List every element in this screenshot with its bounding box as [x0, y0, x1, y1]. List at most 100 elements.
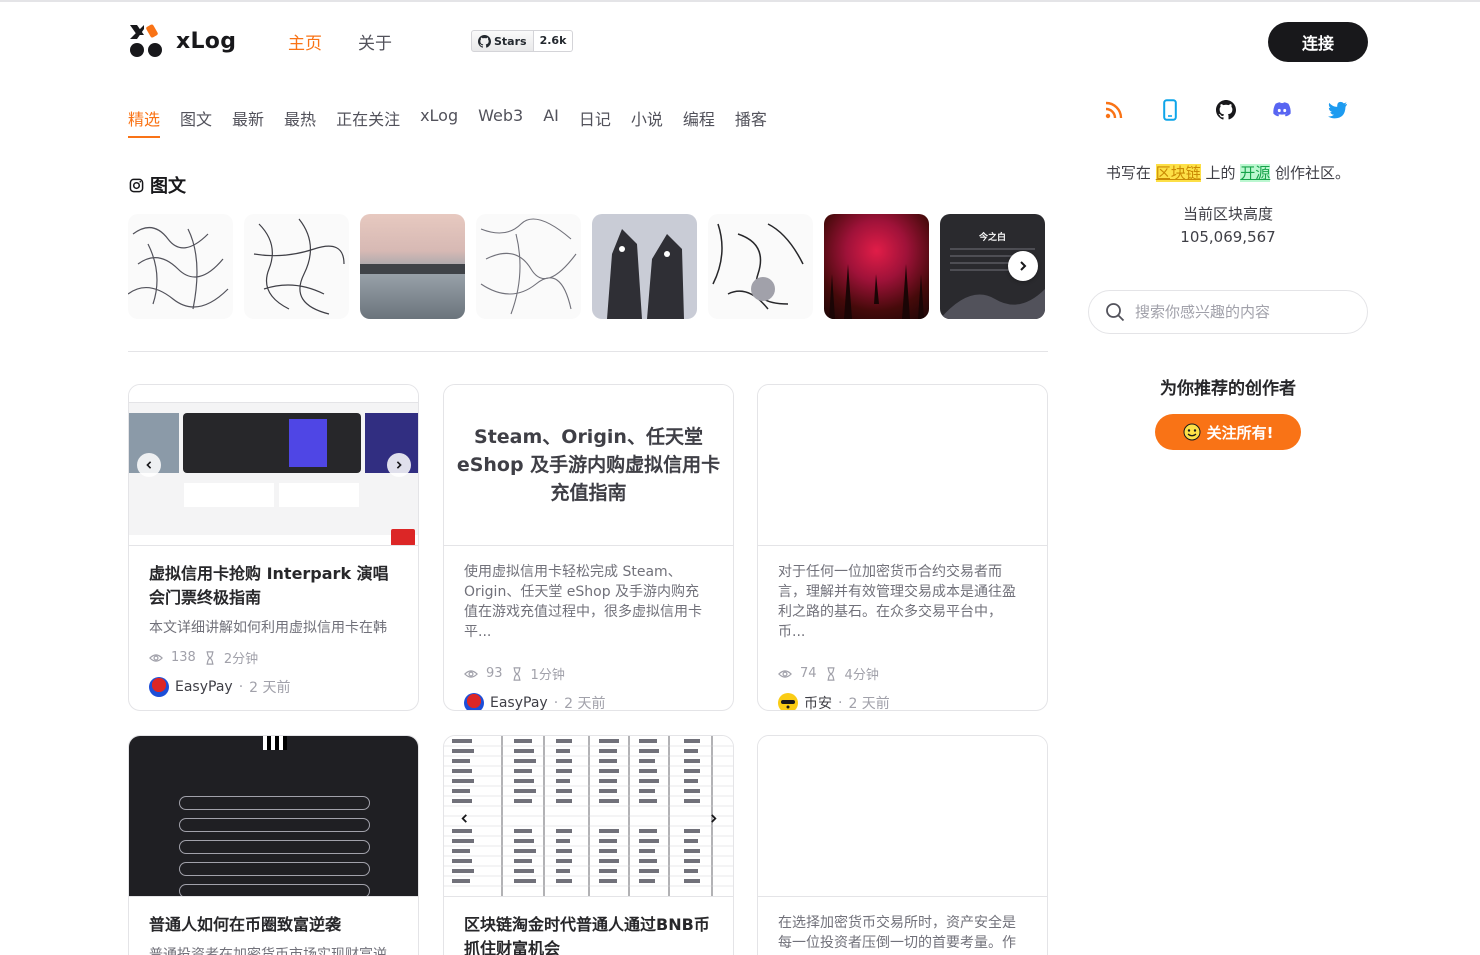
post-time-prefix: · — [238, 679, 244, 695]
tab-hottest[interactable]: 最热 — [284, 106, 316, 138]
post-author[interactable]: EasyPay · 2 天前 — [149, 677, 398, 697]
mobile-icon[interactable] — [1160, 98, 1180, 122]
image-carousel: 今之白 — [128, 214, 1048, 319]
hourglass-icon — [513, 666, 521, 681]
tab-novel[interactable]: 小说 — [631, 106, 663, 138]
tab-following[interactable]: 正在关注 — [336, 106, 400, 138]
cover-next-button[interactable] — [387, 453, 411, 477]
connect-button[interactable]: 连接 — [1268, 22, 1368, 62]
post-title: 区块链淘金时代普通人通过BNB币抓住财富机会 — [464, 915, 710, 955]
gallery-section-title: 图文 — [129, 172, 186, 198]
tagline-middle: 上的 — [1200, 164, 1241, 182]
post-meta: 93 1分钟 — [464, 664, 713, 683]
top-border — [0, 0, 1480, 2]
post-excerpt: 在选择加密货币交易所时，资产安全是每一位投资者压倒一切的首要考量。作 — [778, 915, 1016, 951]
logo[interactable]: xLog — [128, 23, 236, 59]
post-cover-image — [129, 385, 418, 546]
tab-programming[interactable]: 编程 — [683, 106, 715, 138]
tab-podcast[interactable]: 播客 — [735, 106, 767, 138]
post-card[interactable]: 虚拟信用卡抢购 Interpark 演唱会门票终极指南 本文详细讲解如何利用虚拟… — [128, 384, 419, 711]
post-author[interactable]: EasyPay · 2 天前 — [464, 693, 713, 711]
gallery-thumb[interactable] — [244, 214, 349, 319]
nav-home[interactable]: 主页 — [288, 29, 322, 54]
post-card[interactable]: 对于任何一位加密货币合约交易者而言，理解并有效管理交易成本是通往盈利之路的基石。… — [757, 384, 1048, 711]
post-card[interactable]: 在选择加密货币交易所时，资产安全是每一位投资者压倒一切的首要考量。作 — [757, 735, 1048, 955]
gallery-thumb[interactable] — [360, 214, 465, 319]
chevron-right-icon — [710, 813, 717, 823]
hourglass-icon — [206, 650, 214, 665]
recommended-creators-title: 为你推荐的创作者 — [1160, 379, 1296, 399]
post-excerpt: 对于任何一位加密货币合约交易者而言，理解并有效管理交易成本是通往盈利之路的基石。… — [778, 564, 1016, 640]
post-views: 93 — [486, 666, 503, 681]
gallery-thumb[interactable] — [592, 214, 697, 319]
nav-about[interactable]: 关于 — [358, 29, 392, 54]
rss-icon[interactable] — [1104, 98, 1124, 122]
post-excerpt: 普通投资者在加密货币市场实现财富逆 — [149, 947, 387, 955]
tagline-opensource-link[interactable]: 开源 — [1240, 164, 1271, 182]
gallery-thumb[interactable] — [708, 214, 813, 319]
tab-xlog[interactable]: xLog — [420, 106, 458, 138]
cover-title-text: Steam、Origin、任天堂 eShop 及手游内购虚拟信用卡充值指南 — [456, 426, 721, 504]
carousel-next-button[interactable] — [1008, 251, 1038, 281]
camera-icon — [129, 178, 144, 192]
eye-icon — [464, 669, 478, 678]
follow-all-button[interactable]: 关注所有! — [1155, 414, 1301, 450]
category-tabs: 精选 图文 最新 最热 正在关注 xLog Web3 AI 日记 小说 编程 播… — [128, 106, 767, 138]
tab-ai[interactable]: AI — [543, 106, 559, 138]
post-card[interactable]: 普通人如何在币圈致富逆袭 普通投资者在加密货币市场实现财富逆 — [128, 735, 419, 955]
post-views: 74 — [800, 666, 817, 681]
post-title: 虚拟信用卡抢购 Interpark 演唱会门票终极指南 — [149, 564, 389, 607]
cover-next-button[interactable] — [701, 806, 725, 830]
post-read-time: 4分钟 — [844, 668, 879, 683]
tab-latest[interactable]: 最新 — [232, 106, 264, 138]
chevron-right-icon — [396, 461, 402, 469]
twitter-icon[interactable] — [1328, 98, 1348, 122]
gallery-thumb[interactable] — [824, 214, 929, 319]
tab-diary[interactable]: 日记 — [579, 106, 611, 138]
tab-web3[interactable]: Web3 — [478, 106, 523, 138]
xlog-logo-icon — [128, 23, 164, 59]
gallery-thumb[interactable] — [128, 214, 233, 319]
post-card[interactable]: 区块链淘金时代普通人通过BNB币抓住财富机会 — [443, 735, 734, 955]
github-stars-badge[interactable]: Stars 2.6k — [471, 30, 574, 52]
section-divider — [128, 351, 1048, 352]
tab-featured[interactable]: 精选 — [128, 106, 161, 138]
post-excerpt: 本文详细讲解如何利用虚拟信用卡在韩 — [149, 620, 387, 636]
post-title: 普通人如何在币圈致富逆袭 — [149, 915, 342, 934]
avatar — [149, 677, 169, 697]
social-links — [1104, 98, 1348, 122]
gallery-thumb[interactable] — [476, 214, 581, 319]
post-excerpt: 使用虚拟信用卡轻松完成 Steam、Origin、任天堂 eShop 及手游内购… — [464, 564, 702, 640]
discord-icon[interactable] — [1272, 98, 1292, 122]
github-stars-button[interactable]: Stars — [471, 30, 534, 52]
github-icon[interactable] — [1216, 98, 1236, 122]
author-name: EasyPay — [490, 695, 548, 711]
tagline-blockchain-link[interactable]: 区块链 — [1155, 164, 1201, 182]
search-input[interactable] — [1135, 303, 1355, 321]
post-meta: 74 4分钟 — [778, 664, 1027, 683]
github-stars-count[interactable]: 2.6k — [533, 30, 574, 52]
eye-icon — [149, 653, 163, 662]
post-card[interactable]: Steam、Origin、任天堂 eShop 及手游内购虚拟信用卡充值指南 使用… — [443, 384, 734, 711]
post-author[interactable]: 币安 · 2 天前 — [778, 693, 1027, 710]
chevron-left-icon — [460, 813, 467, 823]
github-icon — [478, 34, 491, 48]
block-height-label: 当前区块高度 — [1182, 205, 1273, 223]
post-read-time: 1分钟 — [530, 668, 565, 683]
smiley-icon — [1183, 423, 1201, 441]
avatar — [778, 693, 798, 710]
tagline-prefix: 书写在 — [1105, 164, 1156, 182]
tab-images[interactable]: 图文 — [180, 106, 212, 138]
gallery-title: 图文 — [150, 176, 186, 197]
post-time-prefix: · — [553, 695, 559, 711]
logo-text: xLog — [176, 28, 237, 54]
tagline-suffix: 创作社区。 — [1270, 164, 1351, 182]
github-stars-label: Stars — [494, 34, 527, 48]
chevron-right-icon — [1020, 261, 1027, 271]
post-read-time: 2分钟 — [223, 652, 259, 667]
search-box[interactable] — [1088, 290, 1368, 334]
post-views: 138 — [171, 650, 196, 665]
post-cover-image — [129, 736, 418, 897]
cover-prev-button[interactable] — [137, 453, 161, 477]
cover-prev-button[interactable] — [452, 806, 476, 830]
